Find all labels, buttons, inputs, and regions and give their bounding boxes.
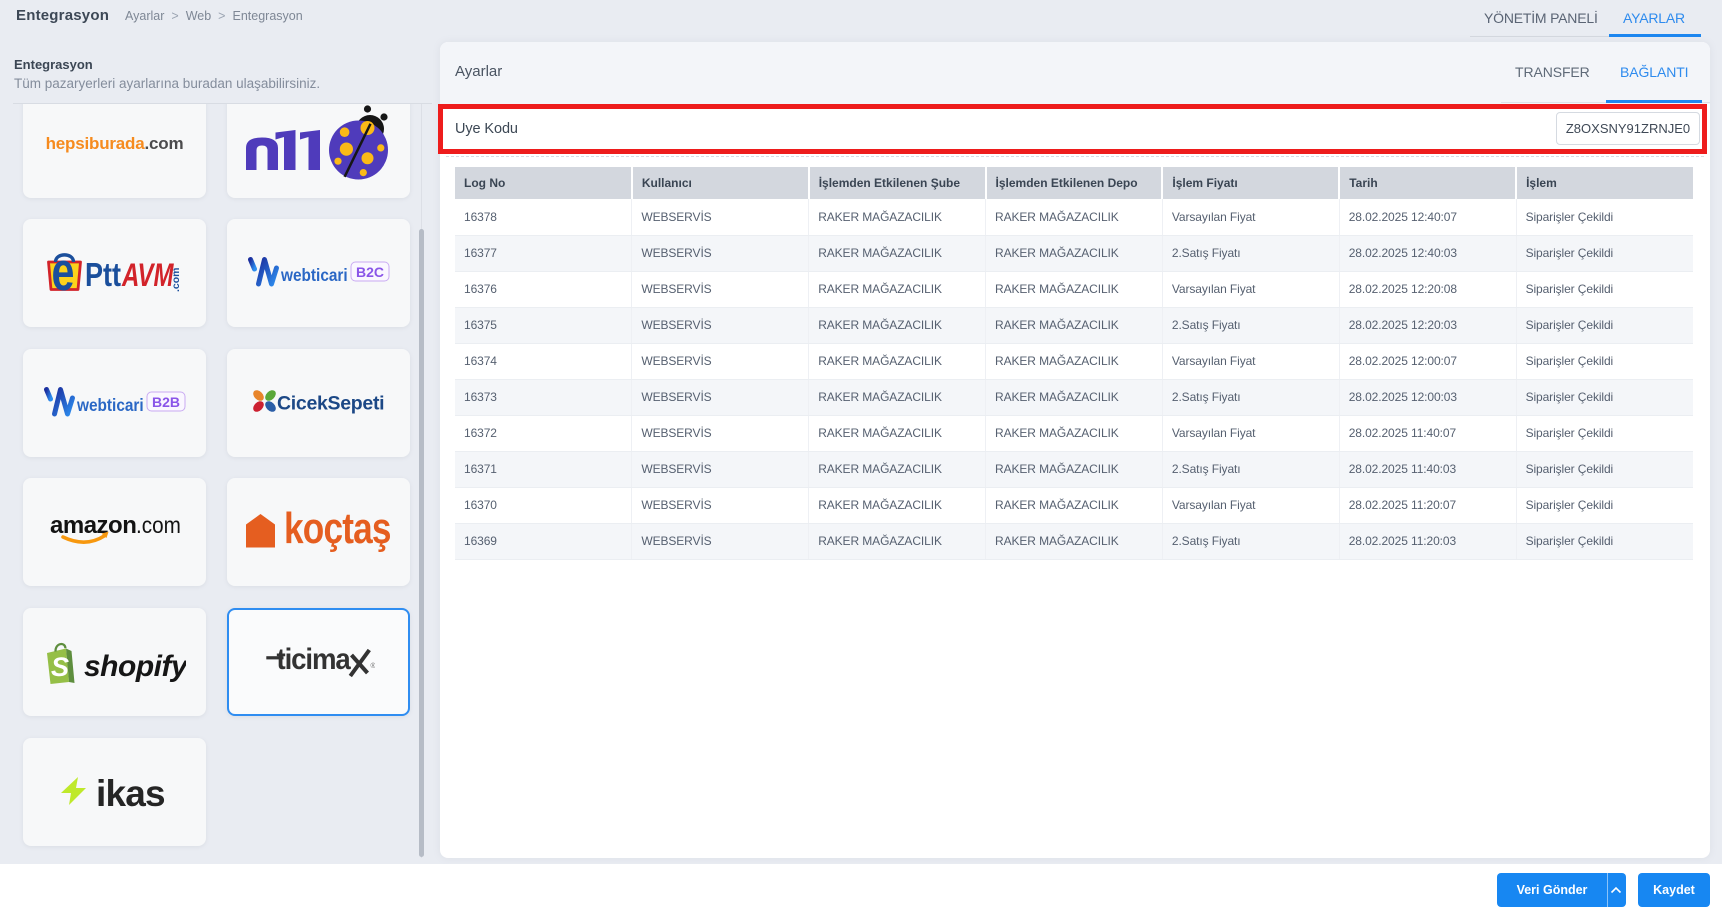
svg-text:B2B: B2B	[152, 394, 180, 410]
svg-text:S: S	[51, 652, 69, 682]
svg-text:®: ®	[370, 662, 375, 670]
svg-text:webticari: webticari	[76, 396, 144, 415]
svg-text:webticari: webticari	[280, 266, 348, 285]
svg-text:e: e	[51, 241, 74, 302]
svg-text:.com: .com	[136, 517, 180, 538]
svg-text:AVM: AVM	[121, 257, 175, 293]
svg-text:ticima: ticima	[276, 644, 351, 676]
svg-text:Ptt: Ptt	[85, 258, 121, 294]
svg-text:B2C: B2C	[356, 264, 384, 280]
svg-text:shopify: shopify	[84, 650, 186, 683]
svg-text:CicekSepeti: CicekSepeti	[277, 392, 384, 414]
svg-text:.com: .com	[170, 267, 182, 292]
svg-text:koçtaş: koçtaş	[284, 509, 391, 553]
svg-text:ikas: ikas	[96, 777, 165, 807]
